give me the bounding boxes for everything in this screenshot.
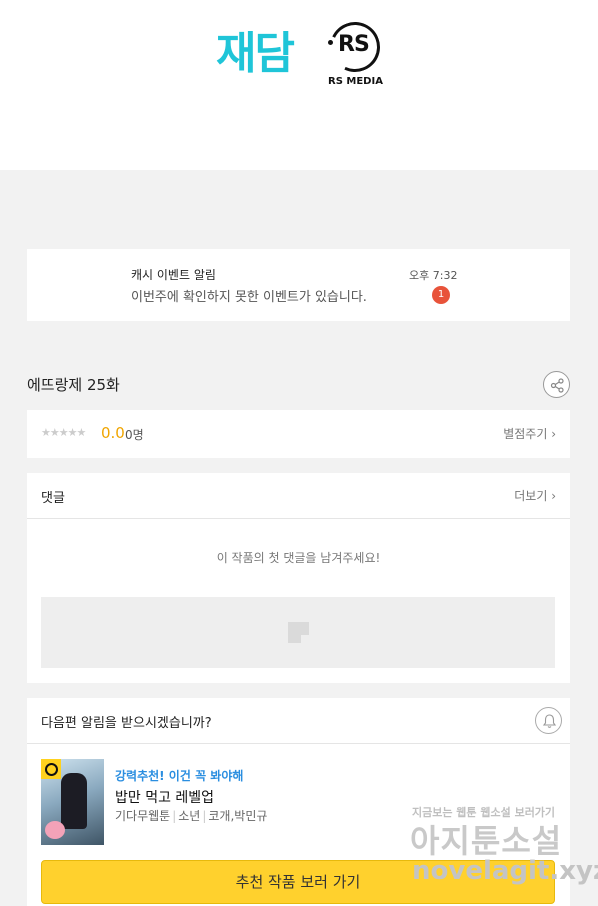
rs-logo-text: RS <box>338 32 370 57</box>
rs-logo-subtitle: RS MEDIA <box>328 76 383 87</box>
more-link-label: 더보기 <box>514 489 548 503</box>
notification-message: 이번주에 확인하지 못한 이벤트가 있습니다. <box>131 290 367 305</box>
chevron-right-icon: › <box>547 427 556 441</box>
next-episode-question: 다음편 알림을 받으시겠습니까? <box>41 716 212 731</box>
cash-event-notification[interactable]: 캐시 이벤트 알림 이번주에 확인하지 못한 이벤트가 있습니다. 오후 7:3… <box>27 249 570 321</box>
next-episode-section: 다음편 알림을 받으시겠습니까? 강력추천! 이건 꼭 봐야해 밥만 먹고 레벨… <box>27 698 570 906</box>
comments-header: 댓글 더보기 › <box>27 473 570 519</box>
share-icon <box>550 378 564 393</box>
rs-logo-dot <box>328 40 333 45</box>
recommendation-genre: 소년 <box>178 809 201 823</box>
rating-count: 0명 <box>125 428 144 442</box>
jaedam-logo: 재담 <box>216 28 295 79</box>
view-recommendation-button[interactable]: 추천 작품 보러 가기 <box>41 860 555 904</box>
recommendation-genre-type: 기다무웹툰 <box>115 809 171 823</box>
meta-separator: | <box>202 809 207 823</box>
rating-section: ★★★★★ 0.0 0명 별점주기 › <box>27 410 570 458</box>
thumbnail-character <box>61 773 87 829</box>
next-episode-header: 다음편 알림을 받으시겠습니까? <box>27 698 570 744</box>
share-button[interactable] <box>543 371 570 398</box>
recommendation-authors: 코개,박민규 <box>208 809 268 823</box>
chevron-right-icon: › <box>547 489 556 503</box>
recommendation-label: 강력추천! 이건 꼭 봐야해 <box>115 769 244 783</box>
comments-more-link[interactable]: 더보기 › <box>514 487 556 504</box>
notification-title: 캐시 이벤트 알림 <box>131 268 216 282</box>
notification-time: 오후 7:32 <box>409 269 458 282</box>
subscribe-bell-button[interactable] <box>535 707 562 734</box>
rate-link-label: 별점주기 <box>503 427 548 441</box>
bell-icon <box>542 714 557 728</box>
episode-title: 에뜨랑제 25화 <box>27 376 120 394</box>
comments-title: 댓글 <box>41 491 65 506</box>
recommendation-meta: 기다무웹툰 | 소년 | 코개,박민규 <box>115 807 267 824</box>
comments-section: 댓글 더보기 › 이 작품의 첫 댓글을 남겨주세요! <box>27 473 570 683</box>
recommendation-thumbnail[interactable] <box>41 759 104 845</box>
clock-icon <box>41 759 61 779</box>
comments-empty-message: 이 작품의 첫 댓글을 남겨주세요! <box>216 551 381 565</box>
recommendation-title[interactable]: 밥만 먹고 레벨업 <box>115 787 214 807</box>
comment-input-box[interactable] <box>41 597 555 668</box>
meta-separator: | <box>172 809 177 823</box>
rating-score: 0.0 <box>101 424 125 442</box>
header-banner: 재담 RS RS MEDIA <box>0 0 598 170</box>
rate-link[interactable]: 별점주기 › <box>503 425 556 442</box>
thumbnail-pink-creature <box>45 821 65 839</box>
rs-media-logo: RS RS MEDIA <box>322 14 388 90</box>
notification-badge: 1 <box>432 286 450 304</box>
rating-stars: ★★★★★ <box>41 426 86 439</box>
comment-placeholder-icon <box>288 622 309 643</box>
